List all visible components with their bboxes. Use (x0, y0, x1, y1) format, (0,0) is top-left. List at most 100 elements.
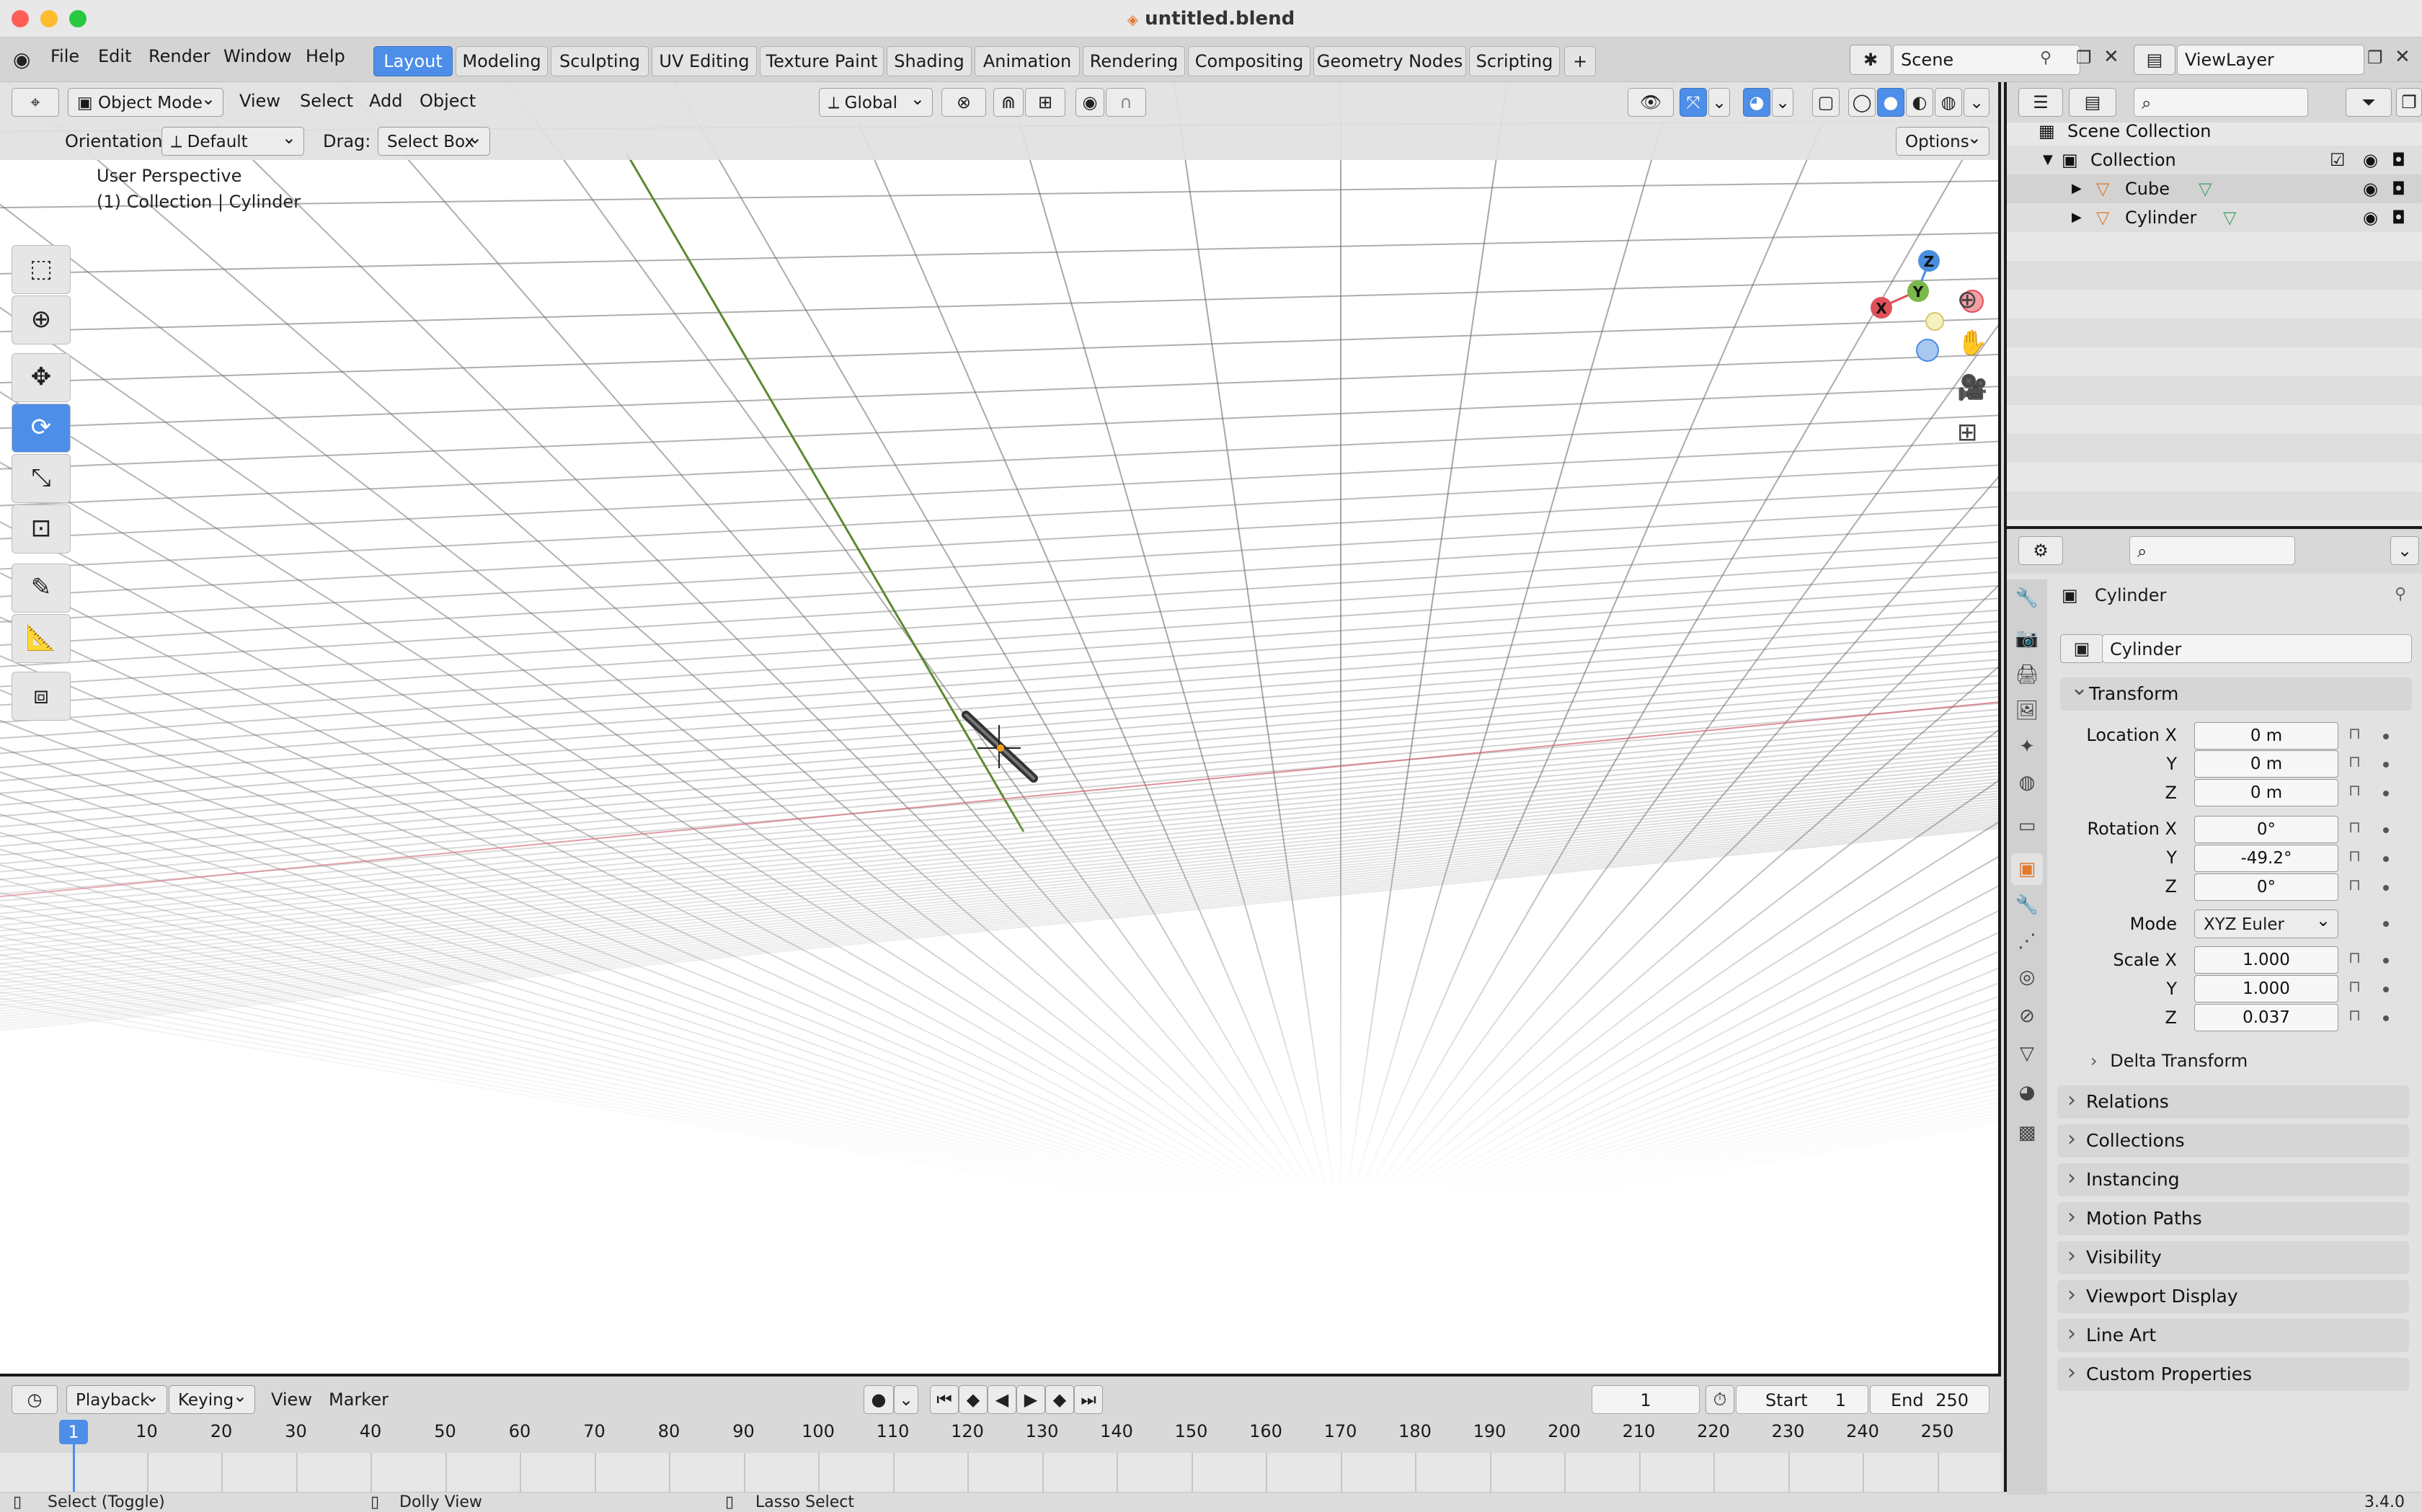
rendered-shading-icon[interactable]: ◍ (1935, 88, 1962, 117)
world-tab-icon[interactable]: ◍ (2011, 767, 2043, 799)
rotation-mode-dropdown[interactable]: XYZ Euler (2194, 906, 2338, 938)
outliner-row-cylinder[interactable]: ▶ ▽ Cylinder ▽ ◉ ◘ (2007, 203, 2422, 232)
expand-icon[interactable]: ▶ (2072, 203, 2082, 232)
rotate-tool-icon[interactable]: ⟳ (12, 404, 71, 453)
pin-icon[interactable]: ⚲ (2395, 585, 2406, 603)
rotation-y-field[interactable]: -49.2° (2194, 845, 2338, 872)
modifier-tab-icon[interactable]: 🔧 (2011, 889, 2043, 921)
overlays-toggle-icon[interactable]: ◕ (1743, 88, 1770, 117)
tab-scripting[interactable]: Scripting (1469, 46, 1560, 76)
panel-header-motion-paths[interactable]: Motion Paths (2057, 1201, 2409, 1235)
timeline-editor-type-icon[interactable]: ◷ (12, 1385, 58, 1414)
outliner-search-input[interactable]: ⌕ (2134, 88, 2308, 117)
play-icon[interactable]: ▶ (1016, 1385, 1045, 1414)
current-frame-field[interactable]: 1 (1592, 1385, 1700, 1414)
zoom-view-icon[interactable]: ⊕ (1957, 285, 1978, 314)
lock-icon[interactable]: ⊓ (2348, 848, 2361, 866)
play-reverse-icon[interactable]: ◀ (988, 1385, 1016, 1414)
outliner-row-cube[interactable]: ▶ ▽ Cube ▽ ◉ ◘ (2007, 174, 2422, 203)
display-mode-icon[interactable]: ▤ (2069, 88, 2116, 117)
snap-target-icon[interactable]: ⊞ (1025, 88, 1065, 117)
mode-dropdown[interactable]: ▣ Object Mode (68, 84, 223, 117)
transform-tool-icon[interactable]: ⊡ (12, 504, 71, 553)
overlays-options-icon[interactable]: ⌄ (1772, 88, 1793, 117)
keyframe-dot-icon[interactable] (2383, 958, 2389, 964)
move-tool-icon[interactable]: ✥ (12, 353, 71, 402)
keyframe-dot-icon[interactable] (2383, 1015, 2389, 1021)
add-workspace-button[interactable]: + (1564, 46, 1596, 76)
orientation-dropdown[interactable]: ⟂ Default (161, 123, 304, 156)
lock-icon[interactable]: ⊓ (2348, 819, 2361, 837)
menu-window[interactable]: Window (223, 46, 292, 66)
tab-modeling[interactable]: Modeling (456, 46, 548, 76)
lock-icon[interactable]: ⊓ (2348, 725, 2361, 743)
tab-layout[interactable]: Layout (373, 46, 453, 76)
scale-tool-icon[interactable]: ⤡ (12, 454, 71, 503)
gizmo-options-icon[interactable]: ⌄ (1708, 88, 1730, 117)
keyframe-dot-icon[interactable] (2383, 762, 2389, 768)
ortho-toggle-icon[interactable]: ⊞ (1957, 418, 1978, 447)
panel-header-collections[interactable]: Collections (2057, 1123, 2409, 1157)
scale-y-field[interactable]: 1.000 (2194, 975, 2338, 1002)
shading-options-icon[interactable]: ⌄ (1964, 88, 1990, 117)
end-frame-field[interactable]: End 250 (1870, 1385, 1990, 1414)
keyframe-dot-icon[interactable] (2383, 791, 2389, 796)
viewport-menu-object[interactable]: Object (420, 91, 476, 111)
panel-header-line-art[interactable]: Line Art (2057, 1317, 2409, 1352)
object-name-field[interactable]: Cylinder (2102, 634, 2412, 663)
properties-options-icon[interactable]: ⌄ (2390, 536, 2419, 565)
tab-geometry-nodes[interactable]: Geometry Nodes (1313, 46, 1466, 76)
location-x-field[interactable]: 0 m (2194, 722, 2338, 750)
tab-texture-paint[interactable]: Texture Paint (760, 46, 884, 76)
eye-icon[interactable]: ◉ (2363, 174, 2378, 203)
render-tab-icon[interactable]: 📷 (2011, 623, 2043, 654)
options-dropdown[interactable]: Options (1896, 123, 1990, 156)
menu-edit[interactable]: Edit (98, 46, 131, 66)
tab-shading[interactable]: Shading (887, 46, 972, 76)
3d-viewport[interactable]: ⌖ ▣ Object Mode View Select Add Object ⟂… (0, 82, 2001, 1374)
filter-icon[interactable]: ⏷ (2346, 88, 2392, 117)
remove-scene-icon[interactable]: ✕ (2103, 46, 2119, 68)
camera-icon[interactable]: ◘ (2392, 174, 2405, 203)
wireframe-shading-icon[interactable]: ◯ (1848, 88, 1876, 117)
camera-view-icon[interactable]: 🎥 (1957, 373, 1987, 402)
keyframe-dot-icon[interactable] (2383, 987, 2389, 992)
lock-icon[interactable]: ⊓ (2348, 876, 2361, 894)
transform-panel-header[interactable]: Transform (2060, 672, 2412, 711)
new-view-layer-icon[interactable]: ❐ (2367, 48, 2383, 68)
timeline-menu-view[interactable]: View (271, 1389, 312, 1410)
output-tab-icon[interactable]: 🖨 (2011, 659, 2043, 690)
panel-header-custom-properties[interactable]: Custom Properties (2057, 1356, 2409, 1391)
scene-name-field[interactable]: Scene (1893, 45, 2080, 75)
keyframe-dot-icon[interactable] (2383, 734, 2389, 739)
menu-render[interactable]: Render (148, 46, 210, 66)
auto-keying-options-icon[interactable]: ⌄ (894, 1385, 918, 1414)
object-tab-icon[interactable]: ▣ (2011, 853, 2043, 885)
menu-file[interactable]: File (50, 46, 79, 66)
proportional-edit-icon[interactable]: ◉ (1075, 88, 1104, 117)
location-z-field[interactable]: 0 m (2194, 779, 2338, 806)
panel-header-relations[interactable]: Relations (2057, 1084, 2409, 1119)
timeline-track[interactable] (0, 1453, 2001, 1492)
drag-dropdown[interactable]: Select Box (378, 123, 490, 156)
scale-z-field[interactable]: 0.037 (2194, 1004, 2338, 1031)
playhead[interactable]: 1 (59, 1420, 88, 1444)
preview-range-icon[interactable]: ⏱ (1705, 1385, 1734, 1414)
tab-compositing[interactable]: Compositing (1188, 46, 1310, 76)
delta-transform-subpanel[interactable]: › Delta Transform (2090, 1051, 2248, 1071)
outliner-editor-type-icon[interactable]: ☰ (2018, 88, 2063, 117)
keyframe-dot-icon[interactable] (2383, 856, 2389, 862)
start-frame-field[interactable]: Start 1 (1736, 1385, 1868, 1414)
view-layer-tab-icon[interactable]: 🖼 (2011, 695, 2043, 726)
properties-editor-type-icon[interactable]: ⚙ (2018, 536, 2063, 565)
particles-tab-icon[interactable]: ⋰ (2011, 925, 2043, 957)
prev-keyframe-icon[interactable]: ◆ (959, 1385, 988, 1414)
viewport-menu-select[interactable]: Select (300, 91, 353, 111)
outliner-row-scene-collection[interactable]: ▦ Scene Collection (2007, 117, 2422, 146)
select-box-tool-icon[interactable]: ⬚ (12, 245, 71, 294)
new-scene-icon[interactable]: ❐ (2076, 48, 2092, 68)
rotation-z-field[interactable]: 0° (2194, 873, 2338, 901)
panel-header-visibility[interactable]: Visibility (2057, 1240, 2409, 1274)
panel-header-viewport-display[interactable]: Viewport Display (2057, 1278, 2409, 1313)
snap-icon[interactable]: ⋒ (993, 88, 1024, 117)
